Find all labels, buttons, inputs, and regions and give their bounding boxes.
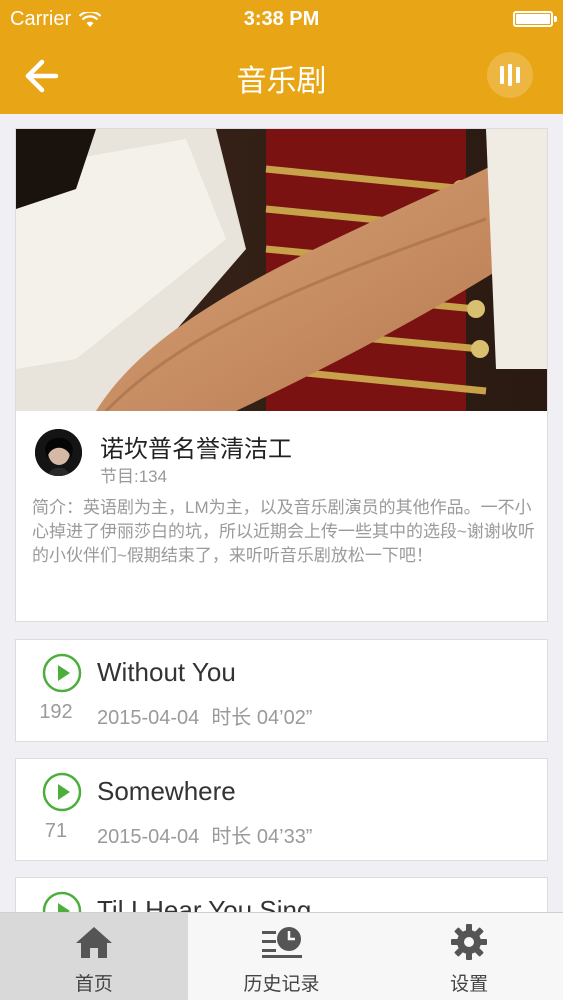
tab-home[interactable]: 首页 xyxy=(0,913,188,1000)
status-bar: Carrier 3:38 PM xyxy=(0,0,563,38)
history-icon xyxy=(261,927,302,958)
gear-icon xyxy=(451,924,488,960)
status-time: 3:38 PM xyxy=(243,8,320,30)
duration-label: 时长 xyxy=(211,707,252,729)
track-count: 节目:134 xyxy=(100,467,168,486)
tab-bar: 首页 历史记录 设置 xyxy=(0,912,563,1000)
equalizer-icon-bar xyxy=(508,64,512,86)
play-icon[interactable] xyxy=(42,772,82,812)
page-title: 音乐剧 xyxy=(236,65,327,98)
home-icon xyxy=(75,927,112,958)
play-count: 71 xyxy=(44,820,68,842)
play-icon[interactable] xyxy=(42,653,82,693)
battery-icon xyxy=(513,11,557,27)
duration-label: 时长 xyxy=(211,826,252,848)
nav-bar: 音乐剧 xyxy=(0,38,563,114)
track-duration: 04’33” xyxy=(256,826,313,848)
equalizer-icon-bar xyxy=(500,66,504,84)
tab-label: 首页 xyxy=(74,974,113,995)
track-date: 2015-04-04 xyxy=(97,707,200,729)
track-date: 2015-04-04 xyxy=(97,826,200,848)
tab-history[interactable]: 历史记录 xyxy=(188,913,376,1000)
track-title: Somewhere xyxy=(97,776,236,806)
track-item[interactable]: Without You 192 2015-04-04 时长 04’02” xyxy=(15,639,548,742)
track-duration: 04’02” xyxy=(256,707,313,729)
tab-label: 设置 xyxy=(450,974,489,995)
track-title: Without You xyxy=(97,657,236,687)
equalizer-icon-bar xyxy=(516,67,520,83)
album-intro: 简介：英语剧为主，LM为主，以及音乐剧演员的其他作品。一不小心掉进了伊丽莎白的坑… xyxy=(32,498,535,565)
track-meta: 2015-04-04 时长 04’02” xyxy=(97,701,312,730)
now-playing-button[interactable] xyxy=(487,52,533,98)
album-name: 诺坎普名誉清洁工 xyxy=(100,436,292,463)
avatar[interactable] xyxy=(35,429,82,476)
track-item[interactable]: Somewhere 71 2015-04-04 时长 04’33” xyxy=(15,758,548,861)
tab-label: 历史记录 xyxy=(243,974,320,995)
album-cover-image xyxy=(16,129,547,411)
play-count: 192 xyxy=(39,701,73,723)
tab-settings[interactable]: 设置 xyxy=(375,913,563,1000)
album-card: 诺坎普名誉清洁工 节目:134 简介：英语剧为主，LM为主，以及音乐剧演员的其他… xyxy=(15,128,548,622)
top-bar: Carrier 3:38 PM 音乐剧 xyxy=(0,0,563,114)
track-meta: 2015-04-04 时长 04’33” xyxy=(97,820,312,849)
